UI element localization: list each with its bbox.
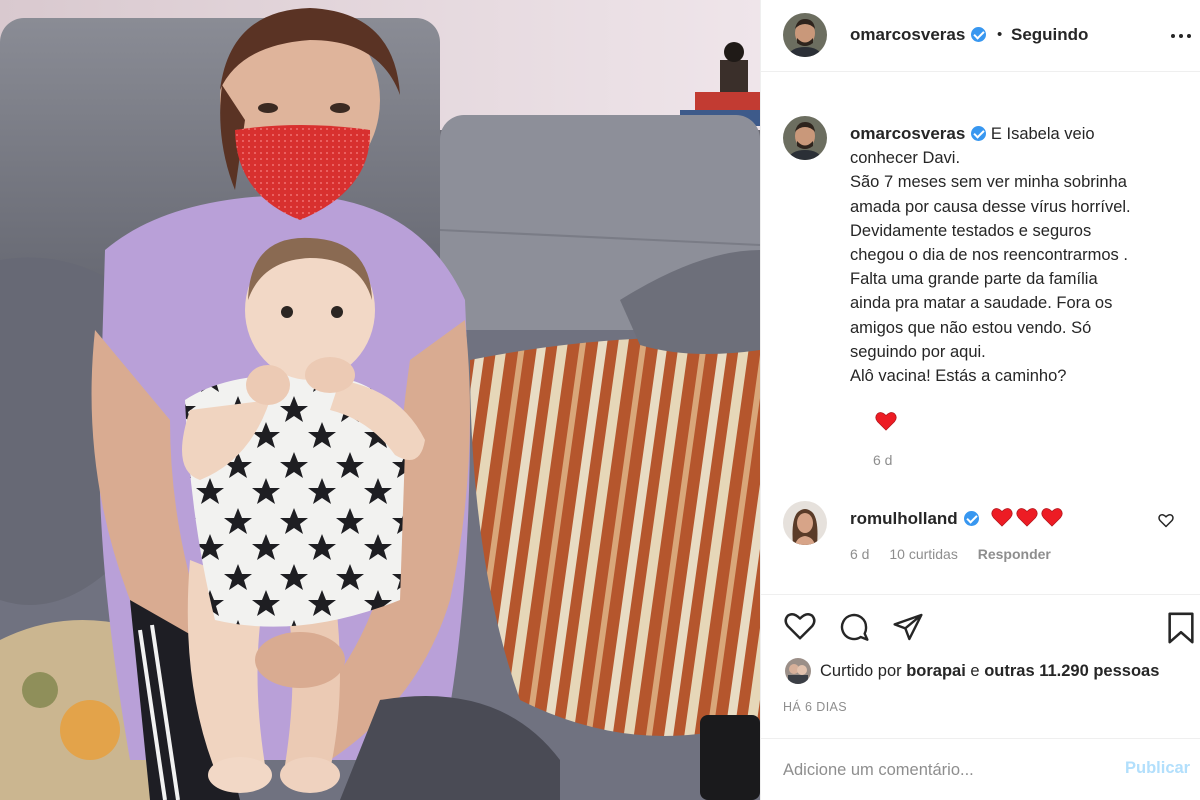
liker-username[interactable]: borapai bbox=[906, 662, 966, 680]
caption-line: ainda pra matar a saudade. Fora os bbox=[850, 294, 1113, 313]
author-avatar[interactable] bbox=[783, 13, 827, 57]
reply-button[interactable]: Responder bbox=[978, 546, 1051, 562]
comment-meta: 6 d 10 curtidas Responder bbox=[850, 546, 1067, 562]
post-date[interactable]: HÁ 6 DIAS bbox=[783, 700, 847, 714]
post-header: omarcosveras • Seguindo bbox=[761, 0, 1200, 72]
verified-badge-icon bbox=[971, 27, 987, 42]
caption-line: Devidamente testados e seguros bbox=[850, 221, 1092, 240]
comment-bubble-icon[interactable] bbox=[837, 611, 871, 643]
share-paper-plane-icon[interactable] bbox=[891, 611, 925, 643]
caption-username[interactable]: omarcosveras bbox=[850, 124, 965, 143]
verified-badge-icon bbox=[963, 511, 979, 526]
caption-line: Alô vacina! Estás a caminho? bbox=[850, 367, 1067, 386]
like-heart-icon[interactable] bbox=[783, 611, 817, 641]
post-photo-illustration bbox=[0, 0, 760, 800]
red-heart-emoji-icon bbox=[991, 508, 1013, 527]
caption-line: E Isabela veio bbox=[990, 125, 1095, 143]
red-heart-emoji-icon bbox=[875, 412, 897, 431]
comment-time-ago[interactable]: 6 d bbox=[850, 546, 869, 562]
verified-badge-icon bbox=[971, 126, 987, 141]
three-hearts-emoji bbox=[991, 507, 1063, 527]
commenter-username[interactable]: romulholland bbox=[850, 509, 979, 528]
comment-like-count[interactable]: 10 curtidas bbox=[889, 546, 957, 562]
following-button[interactable]: Seguindo bbox=[1011, 25, 1088, 45]
comment-input[interactable] bbox=[783, 757, 1103, 783]
publish-button[interactable]: Publicar bbox=[1125, 759, 1190, 778]
save-bookmark-icon[interactable] bbox=[1165, 611, 1197, 645]
commenter-avatar[interactable] bbox=[783, 501, 827, 545]
liker-avatar[interactable] bbox=[785, 658, 811, 684]
caption-line: amigos que não estou vendo. Só bbox=[850, 318, 1092, 337]
caption-line: Falta uma grande parte da família bbox=[850, 270, 1098, 289]
caption-time-ago[interactable]: 6 d bbox=[873, 452, 892, 468]
add-comment-bar: Publicar bbox=[761, 738, 1200, 800]
post-actions-bar bbox=[761, 594, 1200, 664]
comment-item: romulholland 6 d 10 curtidas Responder bbox=[783, 501, 1193, 571]
separator-dot: • bbox=[997, 26, 1003, 43]
caption-line: chegou o dia de nos reencontrarmos . bbox=[850, 246, 1128, 265]
author-username[interactable]: omarcosveras bbox=[850, 25, 987, 45]
red-heart-emoji-icon bbox=[1041, 508, 1063, 527]
caption-line: São 7 meses sem ver minha sobrinha bbox=[850, 173, 1127, 192]
comment-body: romulholland bbox=[850, 507, 1063, 529]
more-options-icon[interactable] bbox=[1171, 25, 1193, 45]
caption-author-avatar[interactable] bbox=[783, 116, 827, 160]
likes-text[interactable]: Curtido por borapai e outras 11.290 pess… bbox=[820, 662, 1159, 681]
caption-line: conhecer Davi. bbox=[850, 149, 961, 168]
like-comment-heart-icon[interactable] bbox=[1158, 513, 1174, 528]
caption-text: omarcosveras E Isabela veio conhecer Dav… bbox=[850, 122, 1170, 388]
post-details-panel: omarcosveras • Seguindo omarcosveras E I… bbox=[760, 0, 1200, 800]
red-heart-emoji-icon bbox=[1016, 508, 1038, 527]
likes-others-count[interactable]: outras 11.290 pessoas bbox=[984, 662, 1159, 680]
caption-line: seguindo por aqui. bbox=[850, 342, 986, 361]
post-image[interactable] bbox=[0, 0, 760, 800]
caption-line: amada por causa desse vírus horrível. bbox=[850, 197, 1131, 216]
